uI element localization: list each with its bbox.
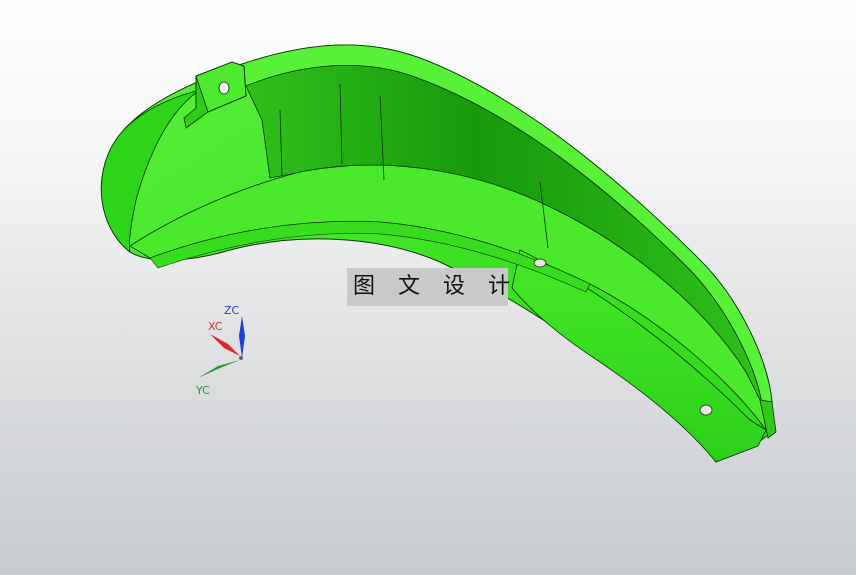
coordinate-triad: ZC XC YC	[195, 304, 245, 397]
flange-hole-1	[533, 258, 547, 268]
flange-hole-2	[699, 404, 713, 416]
yc-label: YC	[195, 384, 210, 397]
watermark-label: 图 文 设 计	[347, 268, 510, 306]
xc-label: XC	[208, 320, 223, 333]
graphics-viewport[interactable]: 图 文 设 计 ZC XC YC	[0, 0, 856, 575]
tab-hole	[218, 81, 230, 95]
zc-axis	[239, 316, 245, 358]
xc-axis	[210, 334, 240, 356]
zc-label: ZC	[224, 304, 240, 317]
yc-axis	[198, 360, 240, 378]
